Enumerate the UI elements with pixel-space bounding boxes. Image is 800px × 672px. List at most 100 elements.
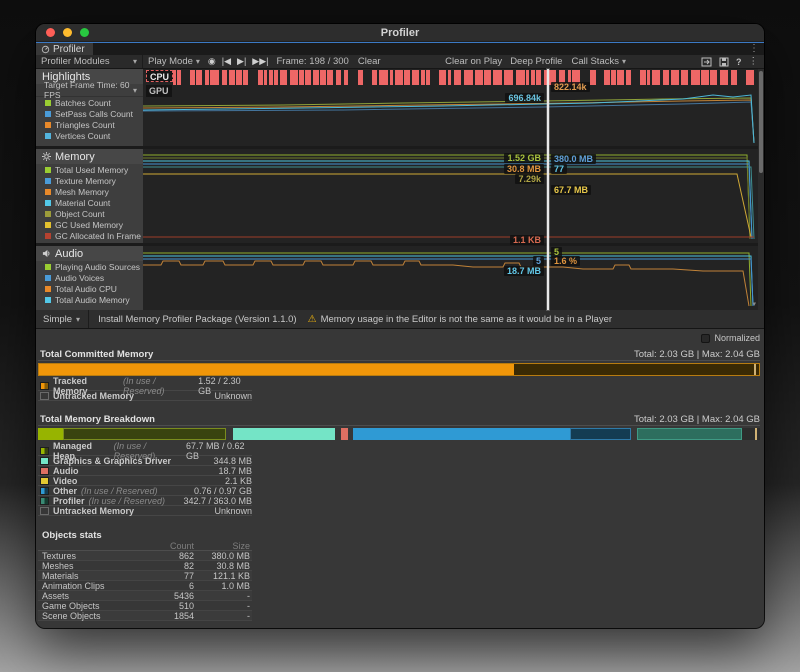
objects-stats-row-meshes: Meshes8230.8 MB (38, 561, 252, 571)
frame-counter: Frame: 198 / 300 (271, 55, 353, 68)
objects-stats-row-materials: Materials77121.1 KB (38, 571, 252, 581)
legend-item-gc-used-memory[interactable]: GC Used Memory (36, 219, 143, 230)
tab-menu-kebab-icon[interactable]: ⋮ (749, 44, 759, 54)
legend-item-total-used-memory[interactable]: Total Used Memory (36, 164, 143, 175)
memory-breakdown-title: Total Memory Breakdown (38, 414, 155, 425)
normalized-checkbox[interactable] (701, 334, 710, 343)
object-type-label: Textures (42, 551, 148, 561)
last-frame-button[interactable]: ▶▶| (249, 56, 271, 67)
legend-item-playing-audio-sources[interactable]: Playing Audio Sources (36, 261, 143, 272)
legend-label: Audio (53, 466, 79, 476)
window-title: Profiler (36, 27, 764, 39)
segment-audio[interactable] (341, 428, 348, 440)
segment-profiler[interactable] (637, 428, 742, 440)
legend-value: 342.7 / 363.0 MB (183, 496, 252, 506)
highlights-chart-lines (143, 69, 758, 146)
legend-item-audio-voices[interactable]: Audio Voices (36, 272, 143, 283)
help-icon[interactable]: ? (736, 57, 742, 67)
clear-on-play-toggle[interactable]: Clear on Play (441, 56, 506, 67)
legend-item-vertices-count[interactable]: Vertices Count (36, 130, 143, 141)
committed-memory-bar[interactable] (38, 363, 760, 376)
object-count-value: 77 (148, 571, 194, 581)
legend-swatch (45, 264, 51, 270)
zoom-window-button[interactable] (80, 28, 89, 37)
close-window-button[interactable] (46, 28, 55, 37)
tab-profiler[interactable]: Profiler (36, 43, 93, 55)
warning-icon: ⚠ (308, 314, 317, 325)
segment-managed-heap-used[interactable] (38, 428, 63, 440)
count-column-header: Count (148, 541, 194, 551)
module-details-toolbar: Simple ▾ Install Memory Profiler Package… (36, 310, 764, 329)
charts-scrollbar-thumb[interactable] (759, 71, 763, 173)
object-type-label: Animation Clips (42, 581, 148, 591)
objects-stats-row-textures: Textures862380.0 MB (38, 551, 252, 561)
breakdown-bar[interactable] (38, 428, 760, 440)
target-frame-time-dropdown[interactable]: Target Frame Time: 60 FPS▾ (36, 84, 143, 97)
save-profile-icon[interactable] (719, 57, 729, 67)
legend-label: SetPass Calls Count (55, 109, 133, 119)
segment-managed-heap-reserved[interactable] (63, 428, 226, 440)
previous-frame-button[interactable]: |◀ (219, 56, 234, 67)
segment-graphics[interactable] (233, 428, 336, 440)
minimize-window-button[interactable] (63, 28, 72, 37)
normalized-label: Normalized (714, 333, 760, 343)
legend-swatch (40, 497, 49, 505)
charts-plot-area[interactable]: CPU GPU (143, 69, 758, 310)
legend-note: (In use / Reserved) (81, 486, 158, 496)
module-header-audio[interactable]: Audio (36, 246, 143, 261)
selected-frame-line[interactable] (547, 69, 549, 310)
legend-value: 2.1 KB (225, 476, 252, 486)
legend-item-setpass-calls-count[interactable]: SetPass Calls Count (36, 108, 143, 119)
legend-swatch (45, 178, 51, 184)
chevron-down-icon: ▾ (133, 86, 137, 95)
objects-stats-row-assets: Assets5436- (38, 591, 252, 601)
install-memory-profiler-button[interactable]: Install Memory Profiler Package (Version… (89, 314, 306, 325)
next-frame-button[interactable]: ▶| (234, 56, 249, 67)
legend-item-mesh-memory[interactable]: Mesh Memory (36, 186, 143, 197)
play-mode-dropdown[interactable]: Play Mode ▾ (143, 55, 205, 68)
segment-other-reserved[interactable] (570, 428, 631, 440)
cpu-chart-badge[interactable]: CPU (146, 70, 173, 82)
call-stacks-dropdown[interactable]: Call Stacks ▾ (566, 56, 631, 67)
memory-legend-row-graphics-graphics-driver: Graphics & Graphics Driver344.8 MB (38, 456, 252, 466)
chevron-down-icon: ▾ (622, 57, 626, 66)
segment-other-used[interactable] (353, 428, 570, 440)
legend-item-material-count[interactable]: Material Count (36, 197, 143, 208)
context-menu-kebab-icon[interactable]: ⋮ (749, 56, 759, 67)
chevron-down-icon: ▾ (133, 57, 137, 66)
load-profile-icon[interactable] (701, 57, 712, 67)
legend-item-object-count[interactable]: Object Count (36, 208, 143, 219)
chevron-down-icon: ▾ (196, 57, 200, 66)
clear-button[interactable]: Clear (354, 55, 385, 68)
legend-item-gc-allocated-in-frame[interactable]: GC Allocated In Frame (36, 230, 143, 241)
committed-memory-header: Total Committed Memory Total: 2.03 GB | … (38, 348, 760, 361)
legend-swatch (45, 189, 51, 195)
legend-value: 0.76 / 0.97 GB (194, 486, 252, 496)
chart-corner-menu-icon[interactable]: ▾ (752, 300, 756, 308)
objects-stats-title: Objects stats (38, 530, 760, 541)
audio-chart[interactable] (143, 246, 758, 310)
legend-item-total-audio-memory[interactable]: Total Audio Memory (36, 294, 143, 305)
charts-scrollbar[interactable] (758, 69, 764, 310)
legend-swatch (45, 100, 51, 106)
legend-item-total-audio-cpu[interactable]: Total Audio CPU (36, 283, 143, 294)
legend-item-texture-memory[interactable]: Texture Memory (36, 175, 143, 186)
object-size-value: 380.0 MB (194, 551, 252, 561)
gpu-chart-badge[interactable]: GPU (146, 85, 172, 97)
legend-item-triangles-count[interactable]: Triangles Count (36, 119, 143, 130)
legend-swatch (45, 233, 51, 239)
max-marker-tick (754, 364, 756, 375)
object-size-value: - (194, 601, 252, 611)
view-mode-dropdown[interactable]: Simple ▾ (36, 310, 88, 328)
memory-legend-row-video: Video2.1 KB (38, 476, 252, 486)
memory-legend-row-profiler: Profiler(In use / Reserved)342.7 / 363.0… (38, 496, 252, 506)
deep-profile-toggle[interactable]: Deep Profile (506, 56, 566, 67)
memory-chart[interactable] (143, 149, 758, 243)
segment-gap (226, 428, 233, 440)
module-header-memory[interactable]: Memory (36, 149, 143, 164)
profiler-modules-dropdown[interactable]: Profiler Modules ▾ (36, 55, 143, 68)
highlights-chart[interactable]: CPU GPU (143, 69, 758, 146)
legend-label: Other (53, 486, 77, 496)
module-title: Memory (55, 151, 95, 163)
record-button[interactable]: ◉ (205, 56, 219, 67)
